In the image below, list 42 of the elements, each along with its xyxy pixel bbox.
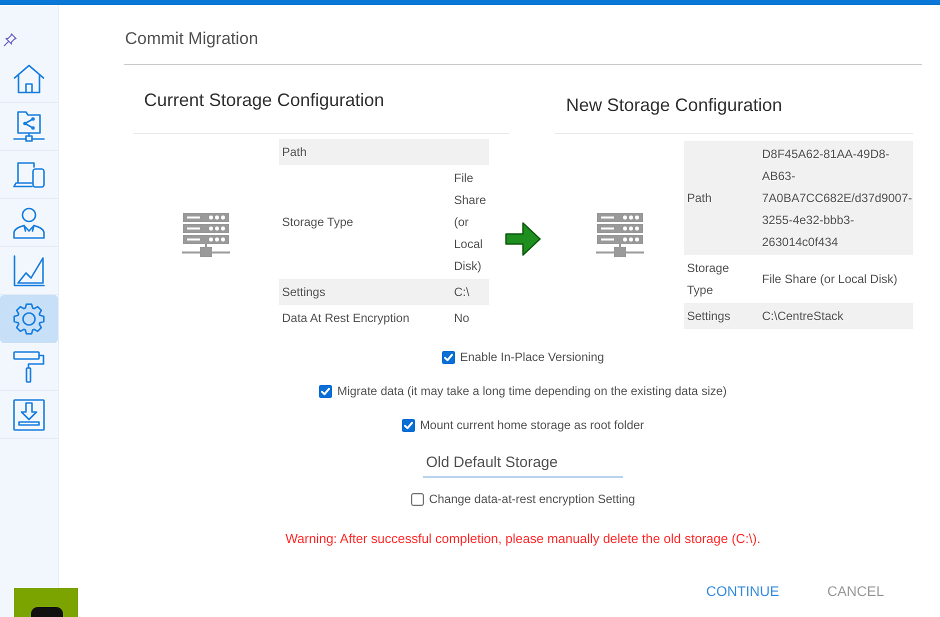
- row-value: D8F45A62-81AA-49D8-AB63-7A0BA7CC682E/d37d9007-3255-4e32-bbb3-263014c0f434: [762, 147, 912, 249]
- row-value: No: [454, 311, 470, 325]
- checkbox[interactable]: [410, 492, 424, 506]
- home-icon: [13, 64, 45, 94]
- row-value: File Share (or Local Disk): [762, 272, 898, 286]
- row-label: Data At Rest Encryption: [282, 311, 410, 325]
- settings-icon: [13, 302, 45, 334]
- page-title: Commit Migration: [125, 29, 258, 49]
- row-label: Path: [282, 145, 307, 159]
- pin-icon[interactable]: [3, 33, 17, 47]
- row-label: Storage Type: [282, 215, 354, 229]
- checkbox[interactable]: [442, 350, 455, 364]
- section-heading: New Storage Configuration: [566, 94, 782, 116]
- server-icon: [182, 213, 230, 257]
- row-value: File Share (or Local Disk): [454, 171, 486, 273]
- download-icon: [13, 398, 45, 430]
- row-label: Settings: [282, 285, 326, 299]
- user-icon: [13, 206, 45, 238]
- checkbox[interactable]: [402, 418, 415, 432]
- warning-message: Warning: After successful completion, please manually delete the old storage (C:\).: [286, 531, 760, 547]
- cancel-button[interactable]: CANCEL: [815, 576, 896, 606]
- paint-roller-icon: [13, 350, 45, 382]
- shared-folder-icon: [13, 110, 45, 142]
- section-heading: Current Storage Configuration: [144, 89, 384, 111]
- server-icon: [596, 213, 644, 257]
- area-chart-icon: [13, 254, 45, 286]
- row-label: Storage Type: [687, 261, 730, 297]
- row-label: Settings: [687, 309, 730, 323]
- text-field[interactable]: Old Default Storage: [423, 447, 623, 478]
- checkbox-label: Change data-at-rest encryption Setting: [428, 492, 636, 506]
- row-label: Path: [687, 191, 712, 205]
- laptop-phone-icon: [13, 162, 45, 188]
- right-arrow-icon: [504, 220, 542, 258]
- checkbox[interactable]: [319, 384, 332, 398]
- checkbox-label: Mount current home storage as root folder: [420, 418, 644, 432]
- checkbox-label: Enable In-Place Versioning: [460, 350, 604, 364]
- row-value: C:\: [454, 285, 470, 299]
- nav-button[interactable]: [0, 295, 58, 343]
- checkbox-label: Migrate data (it may take a long time depending on the existing data size): [337, 384, 727, 398]
- continue-button[interactable]: CONTINUE: [694, 576, 792, 606]
- row-value: C:\CentreStack: [762, 309, 844, 323]
- floating-widget-icon[interactable]: [14, 588, 78, 617]
